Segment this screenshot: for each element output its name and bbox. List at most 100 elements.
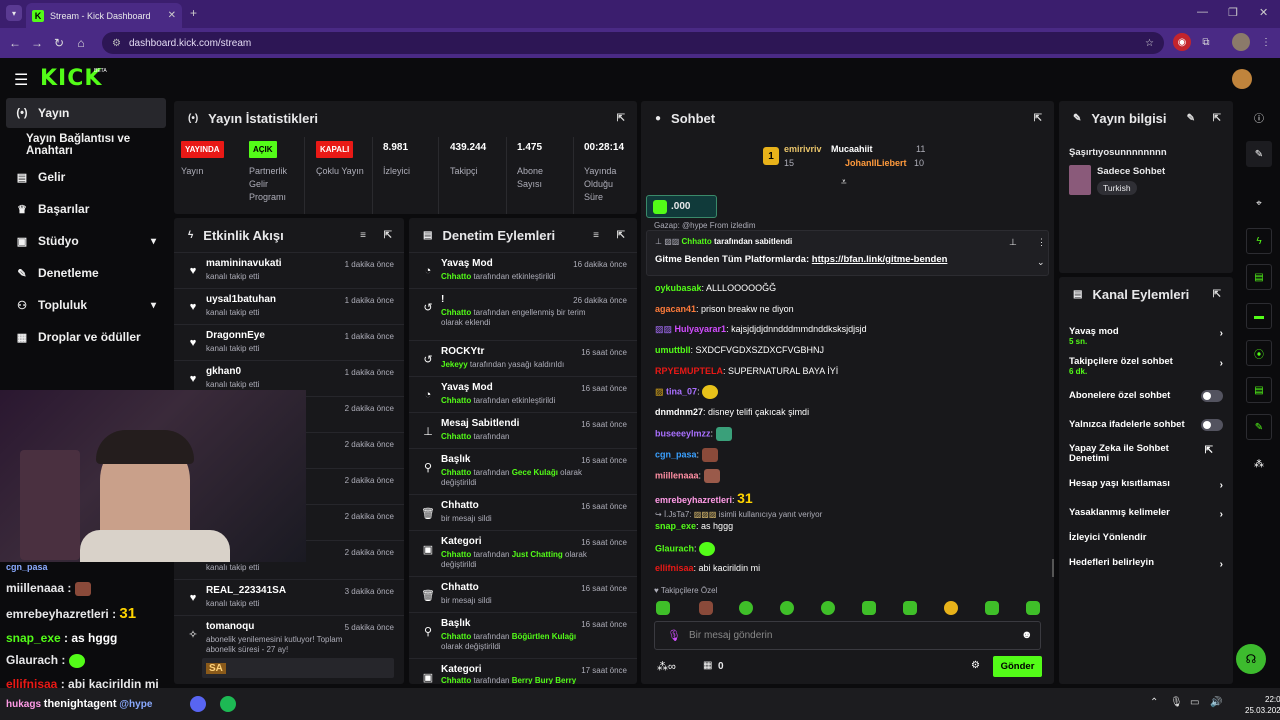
ai-moderation-row[interactable]: Yapay Zeka ile Sohbet Denetimi ⇱ [1069,444,1213,464]
close-tab-icon[interactable]: ✕ [168,10,176,21]
support-headset-icon[interactable]: ☊ [1236,644,1266,674]
chat-username[interactable]: ellifnisaa [655,563,694,573]
chat-input[interactable]: 🎙 Bir mesaj gönderin ☻ [654,621,1041,650]
popout-icon[interactable]: ⇱ [1034,113,1042,124]
banned-words-row[interactable]: Yasaklanmış kelimeler › [1069,507,1223,520]
chat-username[interactable]: RPYEMUPTELA [655,366,723,376]
display-icon[interactable]: ▭ [1190,697,1199,708]
chat-username[interactable]: dnmdnm27 [655,407,703,417]
goal-pill[interactable]: .000 [646,195,717,218]
new-tab-icon[interactable]: + [190,6,197,20]
home-icon[interactable]: ⌂ [70,36,92,50]
chat-username[interactable]: cgn_pasa [655,449,697,459]
activity-icon[interactable]: ϟ [1246,228,1272,254]
slow-mode-row[interactable]: Yavaş mod 5 sn. › [1069,326,1223,346]
emotes-only-toggle[interactable] [1201,419,1223,431]
popout-icon[interactable]: ⇱ [1213,113,1221,124]
account-age-row[interactable]: Hesap yaşı kısıtlaması › [1069,478,1223,491]
focus-icon[interactable]: ⌖ [1246,190,1272,216]
sidebar-item-denetleme[interactable]: ✎ Denetleme [6,258,166,288]
popout-icon[interactable]: ⇱ [384,230,392,241]
tray-chevron-icon[interactable]: ⌃ [1150,697,1158,708]
category-name[interactable]: Sadece Sohbet [1097,166,1165,177]
popout-icon[interactable]: ⇱ [617,113,625,124]
info-icon[interactable]: ⓘ [1246,104,1272,130]
profile-avatar-icon[interactable] [1232,33,1250,51]
hamburger-menu-icon[interactable]: ☰ [14,70,28,90]
followers-only-row[interactable]: Takipçilere özel sohbet 6 dk. › [1069,356,1223,376]
emote-3[interactable] [739,601,753,615]
wrench-icon[interactable]: ✎ [1246,414,1272,440]
edit-pencil-icon[interactable]: ✎ [1187,113,1195,124]
chat-scrollbar[interactable] [1052,559,1054,577]
unpin-icon[interactable]: ⊥ [1009,237,1017,248]
chat-username[interactable]: Glaurach [655,543,694,553]
browser-tab[interactable]: K Stream - Kick Dashboard ✕ [26,3,182,28]
emote-10[interactable] [1026,601,1040,615]
broadcast-icon[interactable]: ⦿ [1246,340,1272,366]
chat-username[interactable]: umuttbll [655,345,691,355]
emoji-icon[interactable]: ☻ [1021,629,1033,641]
top-gifter-name[interactable]: emirivriv [784,144,822,154]
sidebar-item-stream-key[interactable]: Yayın Bağlantısı ve Anahtarı [6,130,170,160]
sidebar-item-yayin[interactable]: (•) Yayın [6,98,166,128]
sidebar-item-studyo[interactable]: ▣ Stüdyo ▾ [6,226,166,256]
chat-username[interactable]: buseeeylmzz [655,428,711,438]
expand-leaderboard-icon[interactable]: ⩡ [841,177,847,188]
browser-menu-icon[interactable]: ⋮ [1257,33,1275,51]
tab-search-icon[interactable]: ▾ [6,5,22,21]
extension-red-icon[interactable]: ◉ [1173,33,1191,51]
volume-icon[interactable]: 🔊 [1210,697,1222,708]
bookmark-star-icon[interactable]: ☆ [1145,38,1154,49]
microphone-icon[interactable]: 🎙 [667,629,681,642]
sidebar-item-topluluk[interactable]: ⚇ Topluluk ▾ [6,290,166,320]
community-icon[interactable]: ⁂∞ [657,660,676,673]
emote-1[interactable] [656,601,670,615]
forward-icon[interactable]: → [26,36,48,50]
emote-9[interactable] [985,601,999,615]
document-icon[interactable]: ▤ [1246,264,1272,290]
send-button[interactable]: Gönder [993,656,1042,677]
restore-icon[interactable]: ❐ [1228,6,1238,19]
top-gifter-name[interactable]: JohanIlLiebert [845,158,907,168]
user-avatar[interactable] [1232,69,1252,89]
settings-gear-icon[interactable]: ⚙ [971,660,980,671]
host-viewers-row[interactable]: İzleyici Yönlendir [1069,532,1223,543]
minimize-icon[interactable]: — [1197,6,1208,18]
channel-actions-icon[interactable]: ▤ [1246,377,1272,403]
chat-bubble-icon[interactable]: ▬ [1246,303,1272,329]
community-icon[interactable]: ⁂ [1246,451,1272,477]
sidebar-item-droplar[interactable]: ▦ Droplar ve ödüller [6,322,166,352]
emote-6[interactable] [862,601,876,615]
clock[interactable]: 22:03 25.03.2026 [1245,694,1280,716]
discord-icon[interactable] [190,696,206,712]
subscribers-only-toggle[interactable] [1201,390,1223,402]
microphone-icon[interactable]: 🎙 [1170,697,1183,708]
chat-username[interactable]: oykubasak [655,283,702,293]
chat-username[interactable]: agacan41 [655,304,696,314]
edit-layout-icon[interactable]: ✎ [1246,141,1272,167]
pinned-link[interactable]: https://bfan.link/gitme-benden [812,254,948,265]
more-options-icon[interactable]: ⋮ [1037,237,1046,248]
chest-icon[interactable]: ▦ [703,660,712,671]
sidebar-item-basarilar[interactable]: ♛ Başarılar [6,194,166,224]
site-info-icon[interactable]: ⚙ [112,38,121,49]
emote-2[interactable] [699,601,713,615]
chat-username[interactable]: miillenaaa [655,470,699,480]
popout-icon[interactable]: ⇱ [617,230,625,241]
chat-username[interactable]: snap_exe [655,521,696,531]
close-window-icon[interactable]: ✕ [1259,6,1268,19]
emote-7[interactable] [903,601,917,615]
emote-4[interactable] [780,601,794,615]
reload-icon[interactable]: ↻ [48,36,70,50]
emote-5[interactable] [821,601,835,615]
chat-username[interactable]: tina_07 [666,386,697,396]
language-tag[interactable]: Turkish [1097,181,1137,195]
set-goals-row[interactable]: Hedefleri belirleyin › [1069,557,1223,570]
spotify-icon[interactable] [220,696,236,712]
url-bar[interactable]: ⚙ dashboard.kick.com/stream ☆ [102,32,1164,54]
top-gifter-name[interactable]: Mucaahiit [831,144,873,154]
popout-icon[interactable]: ⇱ [1213,289,1221,300]
filter-icon[interactable]: ≡ [593,230,599,241]
chat-username[interactable]: Hulyayarar1 [675,324,727,334]
